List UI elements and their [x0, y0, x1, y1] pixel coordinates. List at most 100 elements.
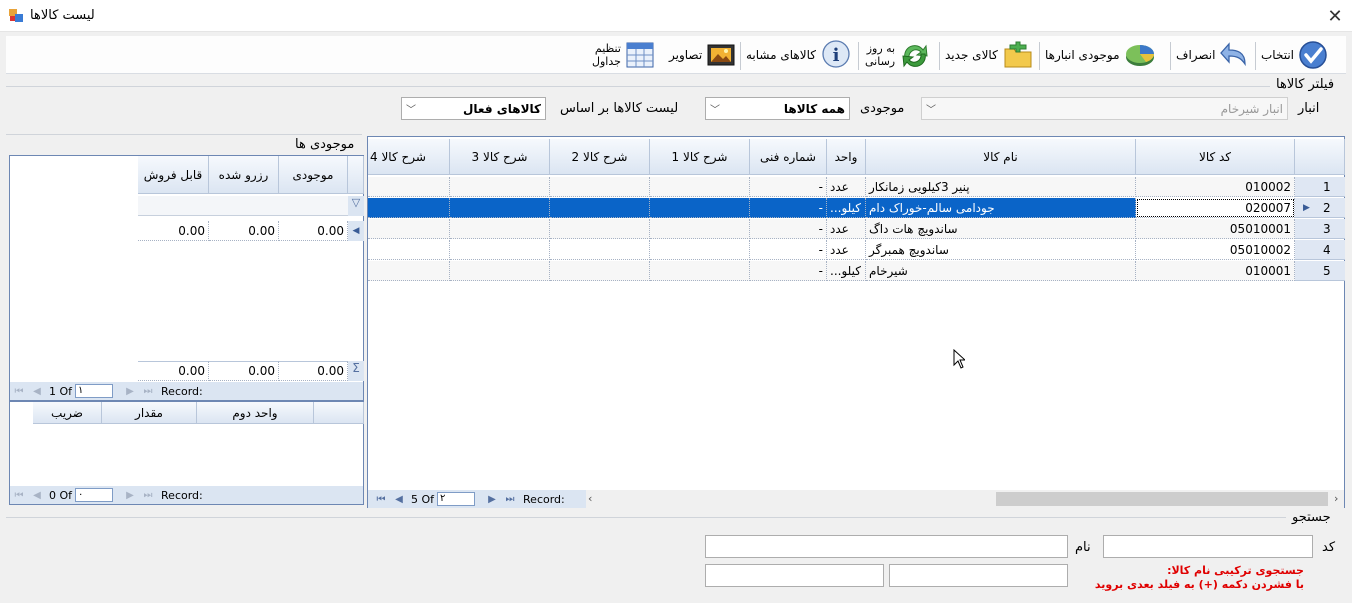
desc2-cell[interactable]	[550, 219, 650, 239]
scroll-left-icon[interactable]: ‹	[588, 492, 592, 505]
desc2-cell[interactable]	[550, 177, 650, 197]
row-number[interactable]: 4	[1295, 240, 1345, 260]
prev-record-icon[interactable]: ◀	[28, 386, 46, 397]
amount-col-header[interactable]: مقدار	[102, 402, 197, 424]
desc3-cell[interactable]	[450, 261, 550, 281]
first-record-icon[interactable]: ⏮	[10, 386, 28, 397]
name-cell[interactable]: جودامی سالم-خوراک دام	[866, 198, 1136, 218]
desc3-cell[interactable]	[450, 219, 550, 239]
tech-no-cell[interactable]: -	[750, 240, 827, 260]
desc3-cell[interactable]	[450, 240, 550, 260]
last-record-icon[interactable]: ⏭	[139, 490, 157, 501]
saleable-cell[interactable]: 0.00	[138, 221, 209, 241]
next-record-icon[interactable]: ▶	[483, 494, 501, 505]
desc4-cell[interactable]	[368, 240, 450, 260]
unit-cell[interactable]: کیلو...	[827, 198, 866, 218]
tech-no-cell[interactable]: -	[750, 261, 827, 281]
name-cell[interactable]: شیرخام	[866, 261, 1136, 281]
stock-filter-row[interactable]	[138, 196, 348, 216]
unit-col-header[interactable]: واحد	[827, 139, 866, 175]
cancel-button[interactable]: انصراف	[1176, 36, 1252, 74]
desc2-cell[interactable]	[550, 261, 650, 281]
name-cell[interactable]: پنیر 3کیلویی زمانکار	[866, 177, 1136, 197]
desc4-cell[interactable]	[368, 177, 450, 197]
row-number[interactable]: 2 ▶	[1295, 198, 1345, 218]
reserved-cell[interactable]: 0.00	[209, 221, 279, 241]
table-settings-button[interactable]: تنظیم جداول	[592, 36, 658, 74]
desc1-cell[interactable]	[650, 240, 750, 260]
stock-grid[interactable]: موجودی رزرو شده قابل فروش ▽ 0.00 0.00 0.…	[9, 155, 364, 401]
horizontal-scrollbar[interactable]: ‹ ›	[586, 490, 1344, 508]
images-button[interactable]: تصاویر	[669, 36, 735, 74]
last-record-icon[interactable]: ⏭	[501, 494, 519, 505]
prev-record-icon[interactable]: ◀	[390, 494, 408, 505]
warehouse-select[interactable]: ﹀ انبار شیرخام	[921, 97, 1288, 120]
tech-no-cell[interactable]: -	[750, 198, 827, 218]
desc3-col-header[interactable]: شرح کالا 3	[450, 139, 550, 175]
stock-col-header[interactable]: موجودی	[279, 156, 348, 194]
desc4-cell[interactable]	[368, 261, 450, 281]
new-item-button[interactable]: کالای جدید	[945, 36, 1035, 74]
list-basis-select[interactable]: ﹀ کالاهای فعال	[401, 97, 546, 120]
desc4-cell[interactable]	[368, 198, 450, 218]
scrollbar-thumb[interactable]	[996, 492, 1328, 506]
tech-no-col-header[interactable]: شماره فنی	[750, 139, 827, 175]
unit-nav-page-input[interactable]: ۰	[75, 488, 114, 502]
second-unit-col-header[interactable]: واحد دوم	[197, 402, 314, 424]
close-button[interactable]: ✕	[1318, 0, 1352, 32]
next-record-icon[interactable]: ▶	[121, 490, 139, 501]
unit-cell[interactable]: عدد	[827, 177, 866, 197]
row-number[interactable]: 1	[1295, 177, 1345, 197]
desc2-cell[interactable]	[550, 240, 650, 260]
factor-col-header[interactable]: ضریب	[33, 402, 102, 424]
code-cell[interactable]: 010002	[1136, 177, 1295, 197]
row-number[interactable]: 3	[1295, 219, 1345, 239]
reserved-col-header[interactable]: رزرو شده	[209, 156, 279, 194]
code-cell[interactable]: 020007	[1136, 198, 1295, 218]
code-cell[interactable]: 010001	[1136, 261, 1295, 281]
tech-no-cell[interactable]: -	[750, 219, 827, 239]
code-search-input[interactable]	[1103, 535, 1313, 558]
tech-no-cell[interactable]: -	[750, 177, 827, 197]
items-nav-page-input[interactable]: ۲	[437, 492, 476, 506]
desc1-col-header[interactable]: شرح کالا 1	[650, 139, 750, 175]
combined-search-input-2[interactable]	[705, 564, 884, 587]
desc1-cell[interactable]	[650, 219, 750, 239]
items-grid[interactable]: کد کالا نام کالا واحد شماره فنی شرح کالا…	[367, 136, 1345, 508]
saleable-col-header[interactable]: قابل فروش	[138, 156, 209, 194]
desc1-cell[interactable]	[650, 261, 750, 281]
desc3-cell[interactable]	[450, 177, 550, 197]
desc2-cell[interactable]	[550, 198, 650, 218]
code-cell[interactable]: 05010002	[1136, 240, 1295, 260]
unit-cell[interactable]: عدد	[827, 219, 866, 239]
prev-record-icon[interactable]: ◀	[28, 490, 46, 501]
desc3-cell[interactable]	[450, 198, 550, 218]
warehouse-stock-button[interactable]: موجودی انبارها	[1045, 36, 1167, 74]
first-record-icon[interactable]: ⏮	[372, 494, 390, 505]
name-cell[interactable]: ساندویچ هات داگ	[866, 219, 1136, 239]
unit-grid[interactable]: واحد دوم مقدار ضریب ⏮ ◀ 0 Of ۰ ▶ ⏭ Recor…	[9, 401, 364, 505]
desc1-cell[interactable]	[650, 177, 750, 197]
combined-search-input-1[interactable]	[889, 564, 1068, 587]
stock-select[interactable]: ﹀ همه کالاها	[705, 97, 850, 120]
row-number[interactable]: 5	[1295, 261, 1345, 281]
first-record-icon[interactable]: ⏮	[10, 490, 28, 501]
desc4-col-header[interactable]: شرح کالا 4	[368, 139, 450, 175]
stock-nav-page-input[interactable]: ۱	[75, 384, 114, 398]
unit-cell[interactable]: کیلو...	[827, 261, 866, 281]
code-col-header[interactable]: کد کالا	[1136, 139, 1295, 175]
scroll-right-icon[interactable]: ›	[1334, 492, 1338, 505]
refresh-button[interactable]: به روز رسانی	[865, 36, 935, 74]
stock-cell[interactable]: 0.00	[279, 221, 348, 241]
last-record-icon[interactable]: ⏭	[139, 386, 157, 397]
desc1-cell[interactable]	[650, 198, 750, 218]
desc4-cell[interactable]	[368, 219, 450, 239]
desc2-col-header[interactable]: شرح کالا 2	[550, 139, 650, 175]
unit-cell[interactable]: عدد	[827, 240, 866, 260]
name-search-input[interactable]	[705, 535, 1068, 558]
next-record-icon[interactable]: ▶	[121, 386, 139, 397]
name-col-header[interactable]: نام کالا	[866, 139, 1136, 175]
name-cell[interactable]: ساندویچ همبرگر	[866, 240, 1136, 260]
code-cell[interactable]: 05010001	[1136, 219, 1295, 239]
similar-items-button[interactable]: کالاهای مشابه i	[746, 36, 854, 74]
